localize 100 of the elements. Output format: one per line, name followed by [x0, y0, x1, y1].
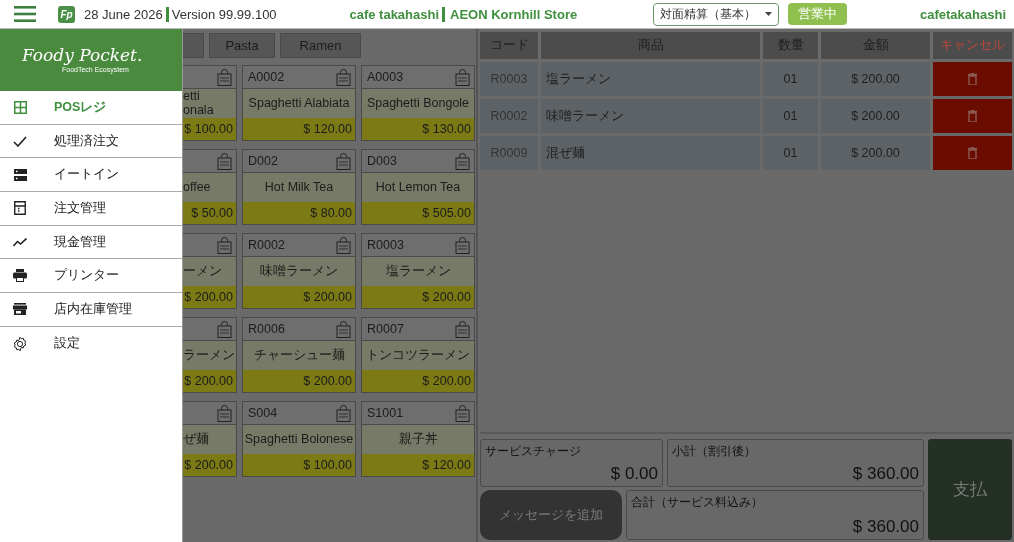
product-code: R0002 [248, 238, 285, 252]
takeout-bag-icon [217, 152, 232, 170]
product-code: S1001 [367, 406, 404, 420]
delete-button[interactable] [933, 136, 1012, 170]
product-card[interactable]: A0003 Spaghetti Bongole $ 130.00 [361, 65, 475, 141]
product-price: $ 100.00 [303, 458, 352, 472]
takeout-bag-icon [217, 68, 232, 86]
product-price: $ 505.00 [422, 206, 471, 220]
product-code: R0003 [367, 238, 404, 252]
store-name: AEON Kornhill Store [450, 6, 578, 22]
takeout-bag-icon [336, 404, 351, 422]
caret-icon [765, 12, 773, 16]
takeout-bag-icon [455, 236, 470, 254]
product-card[interactable]: etti onala $ 100.00 [183, 65, 237, 141]
product-price: $ 200.00 [303, 374, 352, 388]
panel-amount: $ 0.00 [610, 464, 658, 484]
product-code: S004 [248, 406, 278, 420]
panel-label: 小計（割引後） [672, 443, 756, 460]
product-name: Spaghetti Alabiata [248, 96, 350, 111]
category-tab[interactable]: Ramen [280, 33, 361, 58]
product-card[interactable]: D002 Hot Milk Tea $ 80.00 [242, 149, 356, 225]
product-price: $ 200.00 [184, 290, 233, 304]
user-name: cafetakahashi [920, 6, 1006, 22]
product-name: トンコツラーメン [366, 348, 470, 363]
product-price: $ 80.00 [310, 206, 352, 220]
product-name: Hot Lemon Tea [375, 180, 461, 195]
delete-button[interactable] [933, 62, 1012, 96]
storefront-icon [13, 303, 27, 316]
product-price: $ 120.00 [422, 458, 471, 472]
trend-line-icon [13, 237, 27, 247]
product-card[interactable]: R0002 味噌ラーメン $ 200.00 [242, 233, 356, 309]
delete-button[interactable] [933, 99, 1012, 133]
category-tab[interactable]: Pasta [209, 33, 275, 58]
product-card[interactable]: R0003 塩ラーメン $ 200.00 [361, 233, 475, 309]
takeout-bag-icon [336, 236, 351, 254]
date-text: 28 June 2026 [84, 6, 163, 22]
product-code: R0007 [367, 322, 404, 336]
panel-amount: $ 360.00 [852, 517, 919, 537]
takeout-bag-icon [455, 68, 470, 86]
table-cell: 混ぜ麺 [541, 136, 760, 170]
shop-name: cafe takahashi [349, 6, 440, 22]
status-badge: 営業中 [788, 3, 848, 25]
product-name: Hot Milk Tea [264, 180, 334, 195]
product-card[interactable]: ラーメン $ 200.00 [183, 317, 237, 393]
takeout-bag-icon [455, 320, 470, 338]
product-code: A0003 [367, 70, 404, 84]
product-name: 味噌ラーメン [260, 264, 338, 279]
trash-icon [968, 110, 977, 122]
mode-dropdown[interactable]: 対面精算（基本） [653, 2, 780, 26]
product-name: ーメン [183, 264, 222, 279]
takeout-bag-icon [336, 68, 351, 86]
panel-label: サービスチャージ [485, 443, 581, 460]
product-code: A0002 [248, 70, 285, 84]
product-code: D002 [248, 154, 278, 168]
product-code: D003 [367, 154, 397, 168]
check-icon [13, 135, 27, 147]
takeout-bag-icon [336, 152, 351, 170]
form-icon [14, 201, 26, 216]
product-price: $ 200.00 [303, 290, 352, 304]
trash-icon [968, 73, 977, 85]
takeout-bag-icon [217, 320, 232, 338]
takeout-bag-icon [217, 236, 232, 254]
product-name: Spaghetti Bongole [366, 96, 470, 111]
product-name: チャーシュー麺 [253, 348, 345, 363]
product-name: ぜ麺 [183, 432, 209, 447]
takeout-bag-icon [336, 320, 351, 338]
product-card[interactable]: R0006 チャーシュー麺 $ 200.00 [242, 317, 356, 393]
product-card[interactable]: D003 Hot Lemon Tea $ 505.00 [361, 149, 475, 225]
table-cell: 01 [763, 99, 818, 133]
table-cell: 01 [763, 136, 818, 170]
product-name: etti onala [183, 90, 214, 117]
product-name: Spaghetti Bolonese [244, 432, 354, 447]
app-logo: Fp [58, 5, 75, 23]
product-card[interactable]: A0002 Spaghetti Alabiata $ 120.00 [242, 65, 356, 141]
brand-logo: Foody Pocket. [22, 47, 144, 64]
product-card[interactable]: R0007 トンコツラーメン $ 200.00 [361, 317, 475, 393]
product-card[interactable]: ぜ麺 $ 200.00 [183, 401, 237, 477]
takeout-bag-icon [217, 404, 232, 422]
menu-icon[interactable] [14, 6, 36, 22]
table-cell: $ 200.00 [821, 62, 930, 96]
product-price: $ 130.00 [422, 122, 471, 136]
column-header: キャンセル [933, 32, 1012, 59]
product-price: $ 200.00 [184, 458, 233, 472]
product-price: $ 120.00 [303, 122, 352, 136]
product-card[interactable]: ーメン $ 200.00 [183, 233, 237, 309]
takeout-bag-icon [455, 152, 470, 170]
product-name: ラーメン [183, 348, 235, 363]
product-card[interactable]: S1001 親子丼 $ 120.00 [361, 401, 475, 477]
product-price: $ 50.00 [191, 206, 233, 220]
product-card[interactable]: S004 Spaghetti Bolonese $ 100.00 [242, 401, 356, 477]
table-cell: 01 [763, 62, 818, 96]
printer-icon [13, 269, 27, 283]
panel-label: 合計（サービス料込み） [631, 494, 763, 511]
trash-icon [968, 147, 977, 159]
product-name: offee [183, 180, 211, 195]
table-cell: $ 200.00 [821, 136, 930, 170]
server-icon [13, 168, 27, 181]
pay-button[interactable]: 支払 [928, 439, 1012, 540]
product-card[interactable]: offee $ 50.00 [183, 149, 237, 225]
product-price: $ 200.00 [184, 374, 233, 388]
